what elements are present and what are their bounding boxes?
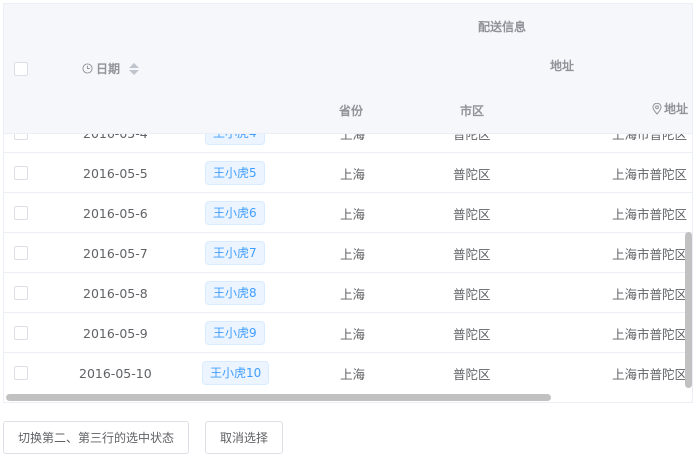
- name-tag: 王小虎9: [205, 321, 265, 345]
- clear-selection-button[interactable]: 取消选择: [205, 421, 284, 454]
- date-column-header[interactable]: 日期: [82, 60, 140, 77]
- select-all-checkbox[interactable]: [14, 62, 28, 76]
- district-cell: 普陀区: [453, 367, 491, 382]
- clock-icon: [82, 63, 93, 74]
- name-tag: 王小虎4: [205, 134, 265, 145]
- district-cell: 普陀区: [453, 167, 491, 182]
- address-cell: 上海市普陀区: [612, 207, 688, 222]
- row-checkbox[interactable]: [14, 246, 28, 260]
- row-checkbox[interactable]: [14, 286, 28, 300]
- row-checkbox[interactable]: [14, 166, 28, 180]
- district-cell: 普陀区: [453, 327, 491, 342]
- province-cell: 上海: [340, 134, 366, 142]
- table-row[interactable]: 2016-05-5 王小虎5 上海 普陀区 上海市普陀区: [4, 153, 692, 193]
- district-cell: 普陀区: [453, 207, 491, 222]
- name-tag: 王小虎10: [202, 361, 270, 385]
- row-checkbox[interactable]: [14, 366, 28, 380]
- table-row[interactable]: 2016-05-8 王小虎8 上海 普陀区 上海市普陀区: [4, 273, 692, 313]
- date-cell: 2016-05-9: [83, 326, 148, 341]
- toggle-selection-button[interactable]: 切换第二、第三行的选中状态: [3, 421, 190, 454]
- location-pin-icon: [652, 102, 662, 115]
- province-cell: 上海: [340, 367, 366, 382]
- province-cell: 上海: [340, 247, 366, 262]
- date-header-label: 日期: [96, 62, 121, 76]
- name-tag: 王小虎8: [205, 281, 265, 305]
- table-row[interactable]: 2016-05-7 王小虎7 上海 普陀区 上海市普陀区: [4, 233, 692, 273]
- address-column-header: 地址: [652, 100, 688, 117]
- sort-caret-icon[interactable]: [129, 62, 140, 76]
- address-cell: 上海市普陀区: [612, 167, 688, 182]
- horizontal-scrollbar[interactable]: [6, 394, 551, 401]
- table-row[interactable]: 2016-05-6 王小虎6 上海 普陀区 上海市普陀区: [4, 193, 692, 233]
- table-header: 日期 配送信息 地址 省份 市区 地址: [4, 4, 692, 134]
- date-cell: 2016-05-4: [83, 134, 148, 141]
- address-cell: 上海市普陀区: [612, 367, 688, 382]
- province-cell: 上海: [340, 287, 366, 302]
- date-cell: 2016-05-6: [83, 206, 148, 221]
- table-row[interactable]: 2016-05-9 王小虎9 上海 普陀区 上海市普陀区: [4, 313, 692, 353]
- district-cell: 普陀区: [453, 287, 491, 302]
- vertical-scrollbar[interactable]: [685, 232, 692, 388]
- table-body: 2016-05-4王小虎4上海普陀区上海市普陀区2016-05-5王小虎5上海普…: [4, 134, 692, 402]
- date-cell: 2016-05-10: [79, 366, 152, 381]
- table-row[interactable]: 2016-05-10 王小虎10 上海 普陀区 上海市普陀区: [4, 353, 692, 393]
- name-tag: 王小虎7: [205, 241, 265, 265]
- address-cell: 上海市普陀区: [612, 247, 688, 262]
- province-cell: 上海: [340, 327, 366, 342]
- province-column-header: 省份: [339, 104, 364, 118]
- table-row[interactable]: 2016-05-4 王小虎4 上海 普陀区 上海市普陀区: [4, 134, 692, 153]
- province-cell: 上海: [340, 207, 366, 222]
- address-cell: 上海市普陀区: [612, 287, 688, 302]
- district-cell: 普陀区: [453, 134, 491, 142]
- data-table: 日期 配送信息 地址 省份 市区 地址 2016-05-4王小虎4上海普陀区上海…: [3, 3, 693, 403]
- row-checkbox[interactable]: [14, 134, 28, 140]
- address-header-label: 地址: [664, 102, 689, 116]
- row-checkbox[interactable]: [14, 206, 28, 220]
- name-tag: 王小虎6: [205, 201, 265, 225]
- district-column-header: 市区: [460, 104, 485, 118]
- province-cell: 上海: [340, 167, 366, 182]
- address-cell: 上海市普陀区: [612, 134, 688, 142]
- address-cell: 上海市普陀区: [612, 327, 688, 342]
- district-cell: 普陀区: [453, 247, 491, 262]
- delivery-info-header: 配送信息: [478, 20, 527, 34]
- address-group-header: 地址: [550, 59, 575, 73]
- row-checkbox[interactable]: [14, 326, 28, 340]
- date-cell: 2016-05-7: [83, 246, 148, 261]
- date-cell: 2016-05-5: [83, 166, 148, 181]
- name-tag: 王小虎5: [205, 161, 265, 185]
- date-cell: 2016-05-8: [83, 286, 148, 301]
